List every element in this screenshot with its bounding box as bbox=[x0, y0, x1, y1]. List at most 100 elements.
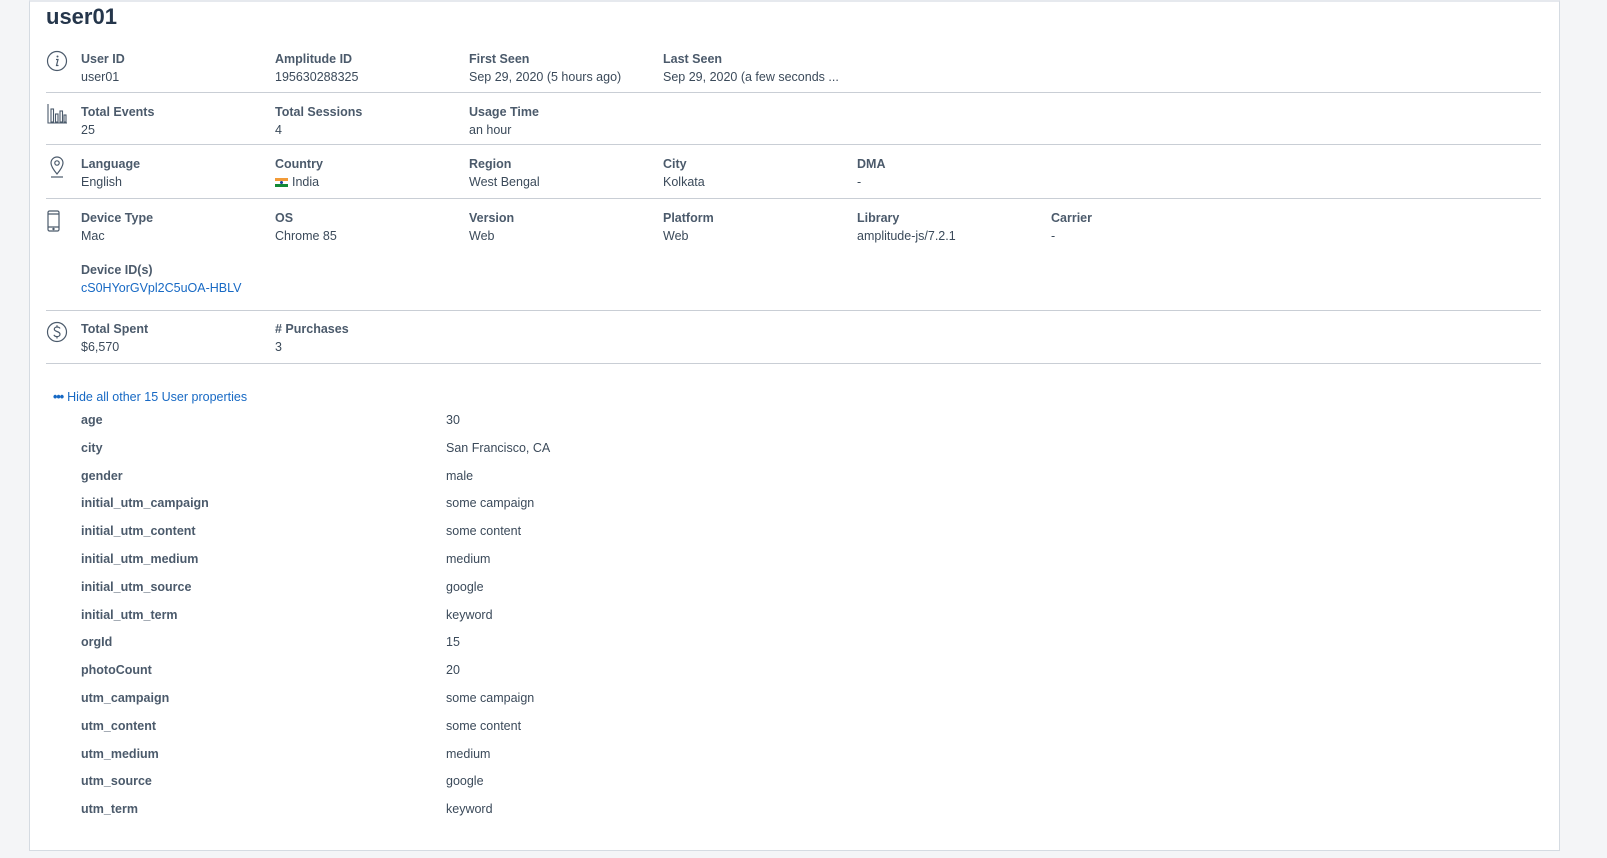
field-value: 4 bbox=[275, 123, 282, 137]
property-value: 30 bbox=[446, 413, 460, 427]
property-key: age bbox=[81, 413, 103, 427]
field-label: Last Seen bbox=[663, 52, 723, 66]
country-name: India bbox=[292, 175, 320, 189]
field-label: Device Type bbox=[81, 211, 154, 225]
property-value: medium bbox=[446, 551, 491, 566]
toggle-user-properties-link[interactable]: ••• Hide all other 15 User properties bbox=[53, 390, 247, 404]
device-id-link[interactable]: cS0HYorGVpl2C5uOA-HBLV bbox=[81, 280, 242, 296]
field-total-spent: Total Spent $6,570 bbox=[81, 321, 148, 355]
property-value: keyword bbox=[446, 802, 493, 817]
field-label: Library bbox=[857, 211, 900, 225]
property-key: utm_medium bbox=[81, 746, 159, 761]
property-row: orgId 15 bbox=[81, 629, 881, 657]
field-device-ids: Device ID(s) cS0HYorGVpl2C5uOA-HBLV bbox=[81, 262, 242, 296]
property-key: orgId bbox=[81, 635, 113, 650]
location-section: Language English Country India Region We… bbox=[46, 153, 1541, 193]
property-value: 20 bbox=[446, 663, 460, 678]
field-user-id: User ID user01 bbox=[81, 51, 125, 85]
property-value: some content bbox=[446, 718, 522, 733]
field-label: Platform bbox=[663, 211, 714, 225]
section-divider bbox=[46, 310, 1541, 311]
field-purchases: # Purchases 3 bbox=[275, 321, 349, 355]
property-key: utm_campaign bbox=[81, 690, 170, 705]
field-first-seen: First Seen Sep 29, 2020 (5 hours ago) bbox=[469, 51, 621, 85]
field-total-sessions: Total Sessions 4 bbox=[275, 104, 362, 138]
section-divider bbox=[46, 198, 1541, 199]
property-row: utm_medium medium bbox=[81, 741, 881, 769]
field-library: Library amplitude-js/7.2.1 bbox=[857, 210, 956, 244]
property-value: medium bbox=[446, 746, 491, 761]
field-value: user01 bbox=[81, 70, 120, 84]
property-row: gender male bbox=[81, 463, 881, 491]
field-value: English bbox=[81, 175, 122, 189]
usage-section: Total Events 25 Total Sessions 4 Usage T… bbox=[46, 101, 1541, 141]
field-label: # Purchases bbox=[275, 322, 349, 336]
field-usage-time: Usage Time an hour bbox=[469, 104, 539, 138]
property-key: utm_content bbox=[81, 718, 156, 733]
field-label: DMA bbox=[857, 157, 886, 171]
field-label: Version bbox=[469, 211, 515, 225]
field-label: OS bbox=[275, 211, 294, 225]
field-value: Chrome 85 bbox=[275, 229, 337, 243]
section-divider bbox=[46, 144, 1541, 145]
property-value: some content bbox=[446, 524, 522, 539]
property-key: city bbox=[81, 440, 103, 455]
field-value: Web bbox=[663, 229, 689, 243]
bar-chart-icon bbox=[46, 103, 70, 127]
field-os: OS Chrome 85 bbox=[275, 210, 337, 244]
field-device-type: Device Type Mac bbox=[81, 210, 153, 244]
property-key: initial_utm_content bbox=[81, 524, 196, 539]
field-label: First Seen bbox=[469, 52, 530, 66]
property-row: city San Francisco, CA bbox=[81, 435, 881, 463]
field-label: User ID bbox=[81, 52, 125, 66]
toggle-label: Hide all other 15 User properties bbox=[67, 390, 248, 404]
field-platform: Platform Web bbox=[663, 210, 714, 244]
revenue-section: Total Spent $6,570 # Purchases 3 bbox=[46, 318, 1541, 358]
field-label: Total Spent bbox=[81, 322, 149, 336]
section-divider bbox=[46, 363, 1541, 364]
field-label: Language bbox=[81, 157, 141, 171]
field-value: 195630288325 bbox=[275, 70, 359, 84]
field-value: $6,570 bbox=[81, 340, 120, 354]
user-properties-list: age 30 city San Francisco, CA gender male i… bbox=[81, 407, 881, 824]
user-profile-panel: user01 User ID user01 Amplitude ID 19563… bbox=[29, 0, 1560, 851]
property-value: google bbox=[446, 579, 484, 594]
property-row: initial_utm_campaign some campaign bbox=[81, 490, 881, 518]
property-key: utm_term bbox=[81, 802, 138, 817]
property-value: 15 bbox=[446, 635, 460, 650]
field-value: - bbox=[857, 175, 862, 189]
field-label: Device ID(s) bbox=[81, 263, 153, 277]
field-label: Amplitude ID bbox=[275, 52, 353, 66]
field-label: Total Events bbox=[81, 105, 155, 119]
property-value: some campaign bbox=[446, 690, 535, 705]
field-total-events: Total Events 25 bbox=[81, 104, 154, 138]
identity-section: User ID user01 Amplitude ID 195630288325… bbox=[46, 48, 1541, 88]
property-key: initial_utm_campaign bbox=[81, 496, 209, 511]
property-value: google bbox=[446, 774, 484, 789]
property-row: initial_utm_term keyword bbox=[81, 602, 881, 630]
field-language: Language English bbox=[81, 156, 140, 190]
property-row: photoCount 20 bbox=[81, 657, 881, 685]
field-label: Carrier bbox=[1051, 211, 1092, 225]
property-key: utm_source bbox=[81, 774, 152, 789]
device-section: Device Type Mac OS Chrome 85 Version Web… bbox=[46, 207, 1541, 302]
dollar-circle-icon bbox=[46, 321, 70, 345]
field-value: Web bbox=[469, 229, 495, 243]
property-key: gender bbox=[81, 468, 123, 483]
property-value: male bbox=[446, 468, 474, 483]
location-pin-icon bbox=[46, 155, 70, 179]
field-value: West Bengal bbox=[469, 175, 540, 189]
property-key: photoCount bbox=[81, 663, 152, 678]
property-value: San Francisco, CA bbox=[446, 440, 551, 455]
section-divider bbox=[46, 92, 1541, 93]
property-value: keyword bbox=[446, 607, 493, 622]
property-row: utm_source google bbox=[81, 768, 881, 796]
field-value: 3 bbox=[275, 340, 282, 354]
field-label: Usage Time bbox=[469, 105, 539, 119]
field-label: City bbox=[663, 157, 687, 171]
field-value: Sep 29, 2020 (5 hours ago) bbox=[469, 70, 622, 84]
field-label: Region bbox=[469, 157, 512, 171]
field-value: India bbox=[275, 174, 323, 190]
property-key: initial_utm_source bbox=[81, 579, 192, 594]
field-region: Region West Bengal bbox=[469, 156, 540, 190]
